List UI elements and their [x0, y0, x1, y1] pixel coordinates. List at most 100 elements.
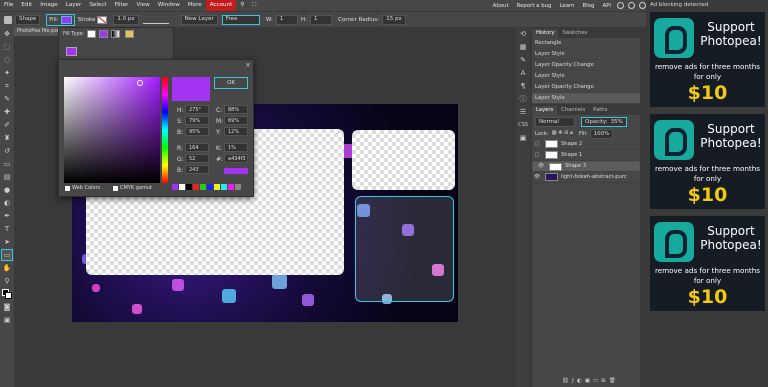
b-field[interactable]: 95%: [185, 127, 209, 136]
swatch[interactable]: [221, 184, 227, 190]
opacity-value[interactable]: 35%: [611, 118, 623, 126]
tab-paths[interactable]: Paths: [589, 106, 611, 115]
eye-icon[interactable]: 👁︎: [536, 162, 546, 171]
marquee-tool-icon[interactable]: ⬚: [1, 41, 13, 53]
layer-row[interactable]: ▢ Shape 1: [532, 150, 640, 161]
eye-icon[interactable]: 👁︎: [532, 174, 542, 180]
fullscreen-icon[interactable]: ⛶: [248, 0, 260, 11]
history-item[interactable]: Layer Style: [532, 93, 640, 104]
swatches-icon[interactable]: ▦: [517, 41, 529, 53]
link-about[interactable]: About: [489, 3, 513, 9]
y-field[interactable]: 12%: [224, 127, 248, 136]
character-icon[interactable]: A: [517, 67, 529, 79]
blue-field[interactable]: 243: [185, 165, 209, 174]
history-brush-tool-icon[interactable]: ↺: [1, 145, 13, 157]
healing-tool-icon[interactable]: ✚: [1, 106, 13, 118]
close-icon[interactable]: ×: [245, 61, 251, 69]
new-layer-icon[interactable]: ⊞: [601, 378, 609, 384]
layer-row[interactable]: ▢ Shape 2: [532, 139, 640, 150]
menu-filter[interactable]: Filter: [111, 0, 133, 11]
menu-window[interactable]: Window: [154, 0, 184, 11]
crop-tool-icon[interactable]: ⌗: [1, 80, 13, 92]
reddit-icon[interactable]: [617, 2, 624, 9]
menu-view[interactable]: View: [132, 0, 153, 11]
layer-row[interactable]: 👁︎ Shape 3: [532, 161, 640, 172]
path-select-tool-icon[interactable]: ➤: [1, 236, 13, 248]
properties-icon[interactable]: ☰: [517, 106, 529, 118]
history-icon[interactable]: ⟲: [517, 28, 529, 40]
history-item[interactable]: Rectangle: [532, 38, 640, 49]
height-field[interactable]: 1: [309, 14, 332, 25]
hex-field[interactable]: a434f3: [224, 154, 248, 163]
opacity-control[interactable]: Opacity: 35%: [581, 116, 627, 127]
color-field-cursor[interactable]: [137, 80, 143, 86]
s-field[interactable]: 79%: [185, 116, 209, 125]
swatch[interactable]: [214, 184, 220, 190]
lock-icons[interactable]: ▦ ✥ ⊞ 🔒︎: [552, 130, 573, 137]
menu-layer[interactable]: Layer: [62, 0, 86, 11]
layer-row[interactable]: 👁︎ light-bokeh-abstract-purc: [532, 172, 640, 183]
mode-select[interactable]: Shape: [15, 14, 41, 25]
folder-icon[interactable]: ▭: [593, 378, 601, 384]
twitter-icon[interactable]: [628, 2, 635, 9]
visibility-checkbox[interactable]: ▢: [532, 152, 542, 158]
ad-banner[interactable]: Support Photopea! remove ads for three m…: [650, 114, 765, 209]
stamp-tool-icon[interactable]: ♜: [1, 132, 13, 144]
link-report-bug[interactable]: Report a bug: [513, 3, 556, 9]
visibility-checkbox[interactable]: ▢: [532, 141, 542, 147]
hand-tool-icon[interactable]: ✋: [1, 262, 13, 274]
link-api[interactable]: API: [598, 3, 615, 9]
ad-banner[interactable]: Support Photopea! remove ads for three m…: [650, 216, 765, 311]
r-field[interactable]: 164: [185, 143, 209, 152]
current-fill-swatch[interactable]: [66, 47, 77, 56]
screen-mode-icon[interactable]: ▣: [1, 314, 13, 326]
m-field[interactable]: 69%: [224, 116, 248, 125]
c-field[interactable]: 88%: [224, 105, 248, 114]
zoom-tool-icon[interactable]: ⚲: [1, 275, 13, 287]
stroke-width-field[interactable]: 1.0 px: [113, 14, 139, 25]
saturation-brightness-field[interactable]: [64, 77, 160, 183]
web-colors-checkbox[interactable]: [65, 186, 70, 191]
cmyk-gamut-checkbox[interactable]: [113, 186, 118, 191]
swatch[interactable]: [172, 184, 178, 190]
facebook-icon[interactable]: [639, 2, 646, 9]
quick-mask-icon[interactable]: ◙: [1, 301, 13, 313]
tab-history[interactable]: History: [532, 29, 559, 38]
type-tool-icon[interactable]: T: [1, 223, 13, 235]
fill-opacity-field[interactable]: 100%: [589, 128, 614, 139]
k-field[interactable]: 1%: [224, 143, 248, 152]
new-layer-select[interactable]: New Layer: [180, 14, 218, 25]
pen-tool-icon[interactable]: ✒: [1, 210, 13, 222]
corner-radius-field[interactable]: 15 px: [382, 14, 406, 25]
link-icon[interactable]: ⛓: [562, 378, 572, 384]
stroke-color-swatch[interactable]: [97, 15, 108, 24]
swatch[interactable]: [179, 184, 185, 190]
move-tool-icon[interactable]: ✥: [1, 28, 13, 40]
link-blog[interactable]: Blog: [579, 3, 599, 9]
shape-3[interactable]: [355, 196, 454, 302]
width-field[interactable]: 1: [275, 14, 298, 25]
image-icon[interactable]: ▣: [517, 132, 529, 144]
shape-tool-icon[interactable]: ▭: [1, 249, 13, 261]
swatch[interactable]: [235, 184, 241, 190]
menu-more[interactable]: More: [184, 0, 206, 11]
menu-file[interactable]: File: [0, 0, 17, 11]
color-swatches-icon[interactable]: [1, 288, 13, 300]
brush-tool-icon[interactable]: ✐: [1, 119, 13, 131]
adjustment-icon[interactable]: ◐: [577, 378, 585, 384]
fill-solid-option[interactable]: [99, 30, 108, 38]
swatch[interactable]: [207, 184, 213, 190]
search-icon[interactable]: ⚲: [236, 0, 248, 11]
info-icon[interactable]: ⓘ: [517, 93, 529, 105]
history-item[interactable]: Layer Style: [532, 71, 640, 82]
link-learn[interactable]: Learn: [555, 3, 578, 9]
tab-layers[interactable]: Layers: [532, 106, 558, 115]
swatch[interactable]: [200, 184, 206, 190]
trash-icon[interactable]: 🗑︎: [609, 378, 619, 384]
history-item[interactable]: Layer Opacity Change: [532, 60, 640, 71]
menu-select[interactable]: Select: [85, 0, 110, 11]
fill-color-swatch[interactable]: [60, 15, 72, 24]
history-item[interactable]: Layer Opacity Change: [532, 82, 640, 93]
h-field[interactable]: 275°: [185, 105, 209, 114]
g-field[interactable]: 52: [185, 154, 209, 163]
